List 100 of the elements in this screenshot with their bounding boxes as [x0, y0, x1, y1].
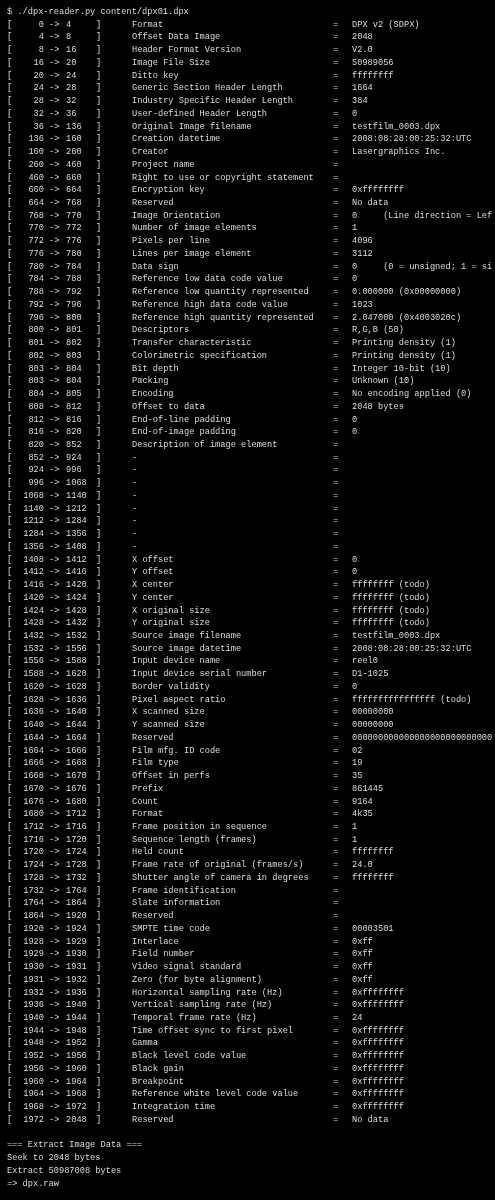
bracket: ]: [96, 871, 102, 885]
bracket: ]: [96, 668, 102, 681]
field-name: -: [132, 464, 138, 478]
range-end: 1724: [66, 846, 87, 860]
arrow: ->: [49, 311, 60, 325]
bracket: [: [7, 731, 13, 745]
field-value: Printing density (1): [352, 337, 456, 350]
bracket: [: [7, 591, 13, 605]
arrow: ->: [49, 209, 60, 223]
range-end: 2048: [66, 1113, 87, 1127]
range-end: 1408: [66, 540, 87, 554]
bracket: ]: [96, 859, 102, 872]
shell-command: $ ./dpx-reader.py content/dpx01.dpx: [7, 6, 189, 19]
equals-sign: =: [333, 31, 339, 45]
bracket: [: [7, 630, 13, 643]
field-name: End-of-image padding: [132, 426, 236, 439]
arrow: ->: [49, 833, 60, 847]
bracket: ]: [96, 235, 102, 248]
arrow: ->: [49, 69, 60, 83]
equals-sign: =: [333, 18, 339, 32]
equals-sign: =: [333, 566, 339, 580]
arrow: ->: [49, 375, 60, 389]
range-start: 1284: [23, 528, 44, 541]
range-start: 1931: [23, 973, 44, 987]
bracket: [: [7, 999, 13, 1012]
range-end: 1728: [66, 859, 87, 872]
bracket: [: [7, 184, 13, 197]
range-end: 36: [66, 107, 77, 121]
field-name: Description of image element: [132, 438, 278, 452]
range-start: 1940: [23, 1012, 44, 1025]
bracket: [: [7, 566, 13, 580]
field-name: Reserved: [132, 910, 174, 923]
range-end: 1140: [66, 489, 87, 503]
arrow: ->: [49, 477, 60, 490]
field-value: 2008:08:28:00:25:32:UTC: [352, 133, 472, 147]
arrow: ->: [49, 1075, 60, 1089]
bracket: [: [7, 464, 13, 478]
field-value: 0xffffffff: [352, 986, 404, 1000]
range-start: 1412: [23, 566, 44, 580]
equals-sign: =: [333, 451, 339, 465]
range-end: 1670: [66, 770, 87, 783]
field-name: Header Format Version: [132, 44, 242, 57]
range-end: 1936: [66, 986, 87, 1000]
field-name: Temporal frame rate (Hz): [132, 1012, 257, 1025]
range-end: 1666: [66, 744, 87, 758]
arrow: ->: [49, 146, 60, 159]
range-start: 820: [28, 438, 44, 452]
range-end: 1920: [66, 910, 87, 923]
field-name: Transfer characteristic: [132, 337, 252, 350]
field-name: Black gain: [132, 1062, 184, 1076]
bracket: ]: [96, 273, 102, 287]
equals-sign: =: [333, 337, 339, 350]
arrow: ->: [49, 910, 60, 923]
arrow: ->: [49, 349, 60, 363]
range-start: 776: [28, 247, 44, 261]
field-value: testfilm_0003.dpx: [352, 120, 441, 134]
arrow: ->: [49, 922, 60, 936]
bracket: [: [7, 324, 13, 338]
bracket: [: [7, 158, 13, 172]
range-end: 1680: [66, 795, 87, 809]
bracket: ]: [96, 44, 102, 57]
bracket: ]: [96, 158, 102, 172]
equals-sign: =: [333, 757, 339, 771]
bracket: ]: [96, 719, 102, 732]
field-name: Prefix: [132, 782, 164, 796]
range-end: 1668: [66, 757, 87, 771]
field-value: 35: [352, 770, 363, 783]
range-end: 801: [66, 324, 82, 338]
arrow: ->: [49, 515, 60, 529]
range-start: 1428: [23, 617, 44, 630]
arrow: ->: [49, 56, 60, 70]
bracket: [: [7, 69, 13, 83]
range-start: 1416: [23, 579, 44, 592]
field-value: ffffffff (todo): [352, 604, 430, 618]
field-value: 0: [352, 553, 358, 567]
field-name: Format: [132, 808, 164, 821]
field-value: 1664: [352, 82, 373, 96]
range-start: 1930: [23, 961, 44, 974]
range-start: 803: [28, 375, 44, 389]
bracket: ]: [96, 222, 102, 236]
field-value: 02: [352, 744, 363, 758]
equals-sign: =: [333, 464, 339, 478]
range-start: 664: [28, 197, 44, 210]
arrow: ->: [49, 884, 60, 898]
bracket: ]: [96, 591, 102, 605]
bracket: [: [7, 821, 13, 834]
equals-sign: =: [333, 579, 339, 592]
bracket: ]: [96, 986, 102, 1000]
range-start: 996: [28, 477, 44, 490]
range-end: 24: [66, 69, 77, 83]
range-start: 20: [33, 69, 44, 83]
bracket: [: [7, 528, 13, 541]
bracket: [: [7, 413, 13, 427]
field-name: Input device name: [132, 655, 221, 669]
arrow: ->: [49, 247, 60, 261]
equals-sign: =: [333, 1012, 339, 1025]
field-value: ffffffff (todo): [352, 579, 430, 592]
bracket: ]: [96, 311, 102, 325]
equals-sign: =: [333, 146, 339, 159]
bracket: [: [7, 668, 13, 681]
